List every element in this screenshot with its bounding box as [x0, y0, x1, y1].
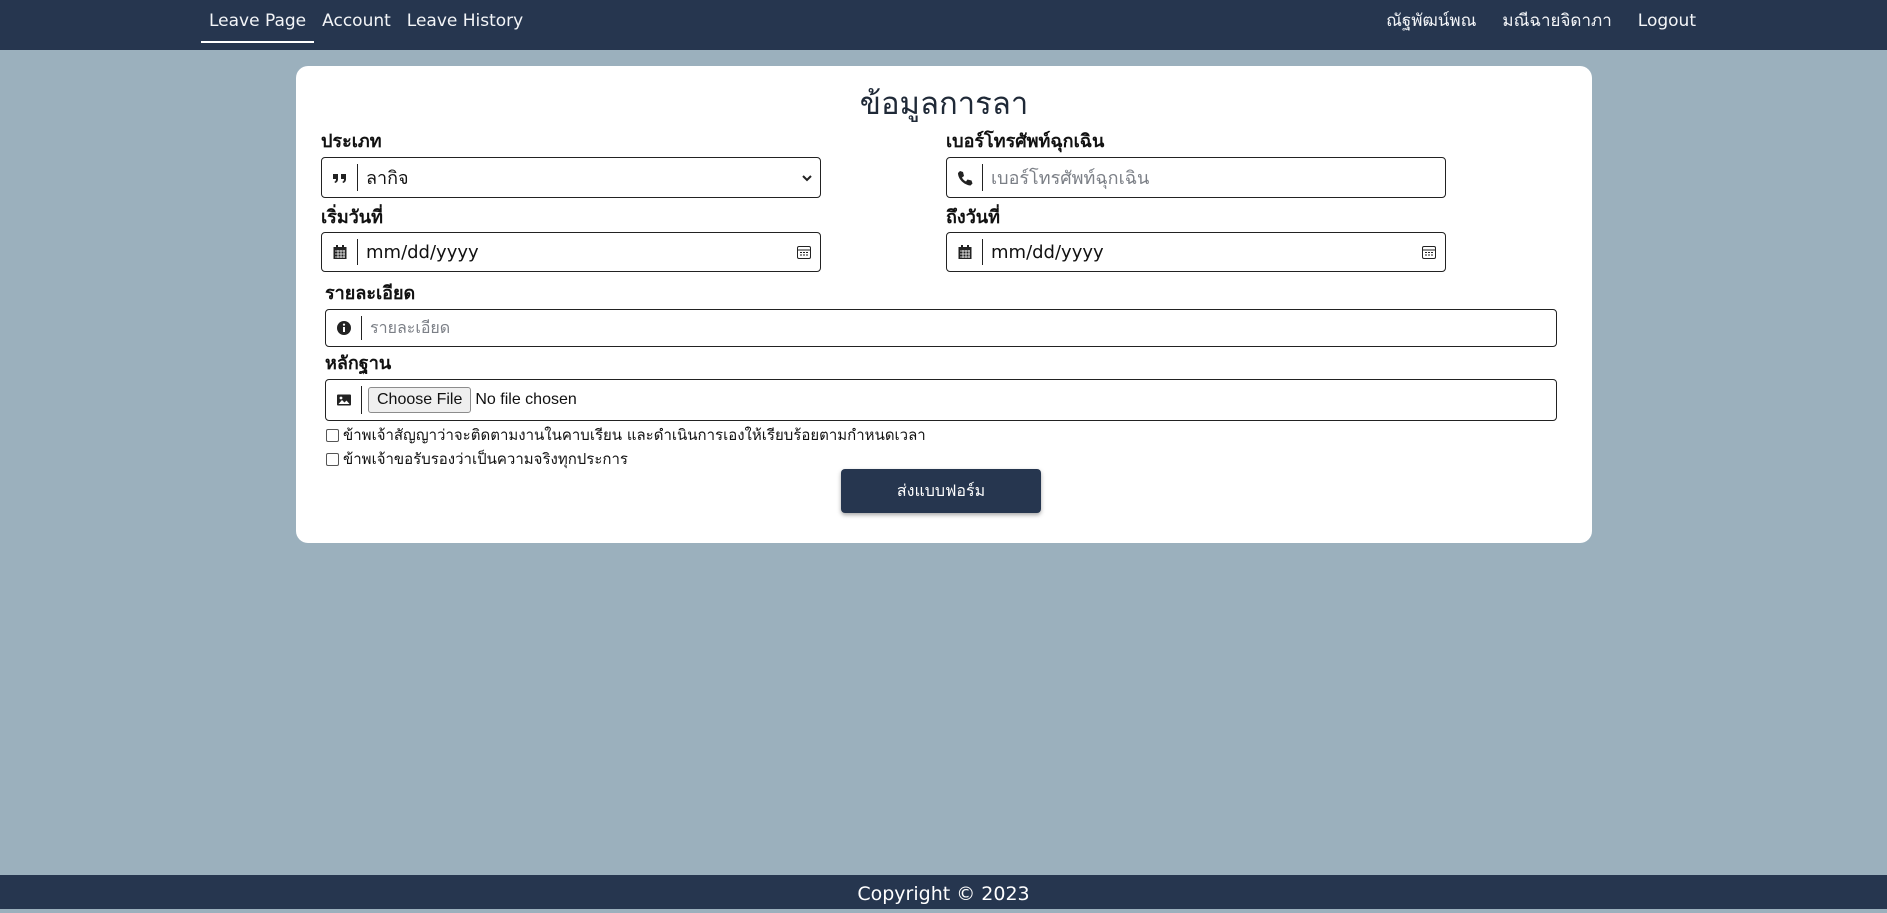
- copyright-text: Copyright © 2023: [857, 883, 1030, 905]
- agree-truth-text: ข้าพเจ้าขอรับรองว่าเป็นความจริงทุกประการ: [343, 450, 628, 468]
- chevron-down-icon: [802, 174, 812, 181]
- top-navbar: Leave Page Account Leave History ณัฐพัฒน…: [0, 0, 1887, 50]
- submit-button[interactable]: ส่งแบบฟอร์ม: [841, 469, 1041, 513]
- detail-label: รายละเอียด: [325, 283, 416, 304]
- date-picker-icon[interactable]: [1421, 244, 1437, 260]
- leave-form-card: ข้อมูลการลา ประเภท ลากิจ เบอร์โทรศัพท์ฉุ…: [296, 66, 1592, 543]
- image-icon: [326, 386, 362, 414]
- agree-followup-row[interactable]: ข้าพเจ้าสัญญาว่าจะติดตามงานในคาบเรียน แล…: [326, 423, 926, 447]
- calendar-icon: [322, 239, 358, 265]
- footer: Copyright © 2023: [0, 875, 1887, 909]
- type-label: ประเภท: [321, 131, 382, 152]
- leave-type-select[interactable]: ลากิจ: [321, 157, 821, 198]
- start-date-value: mm/dd/yyyy: [366, 241, 479, 263]
- start-date-input[interactable]: mm/dd/yyyy: [321, 232, 821, 272]
- end-date-label: ถึงวันที่: [946, 207, 1000, 228]
- end-date-value: mm/dd/yyyy: [991, 241, 1104, 263]
- calendar-icon: [947, 239, 983, 265]
- nav-leave-page[interactable]: Leave Page: [201, 0, 315, 43]
- leave-type-value: ลากิจ: [366, 168, 409, 189]
- agree-truth-checkbox[interactable]: [326, 452, 339, 466]
- quote-icon: [322, 164, 358, 191]
- form-title: ข้อมูลการลา: [859, 86, 1029, 122]
- nav-left-group: Leave Page Account Leave History: [201, 0, 531, 50]
- user-first-name: ณัฐพัฒน์พณ: [1386, 11, 1477, 31]
- phone-label: เบอร์โทรศัพท์ฉุกเฉิน: [946, 131, 1105, 152]
- nav-right-group: ณัฐพัฒน์พณ มณีฉายจิดาภา Logout: [1373, 0, 1709, 50]
- agree-truth-row[interactable]: ข้าพเจ้าขอรับรองว่าเป็นความจริงทุกประการ: [326, 447, 628, 471]
- emergency-phone-placeholder: เบอร์โทรศัพท์ฉุกเฉิน: [991, 168, 1150, 189]
- logout-link[interactable]: Logout: [1625, 0, 1709, 50]
- nav-leave-history[interactable]: Leave History: [399, 0, 531, 42]
- user-last-name: มณีฉายจิดาภา: [1502, 11, 1612, 31]
- start-date-label: เริ่มวันที่: [321, 207, 383, 228]
- agree-followup-text: ข้าพเจ้าสัญญาว่าจะติดตามงานในคาบเรียน แล…: [343, 426, 926, 444]
- no-file-text: No file chosen: [475, 391, 577, 408]
- emergency-phone-input[interactable]: เบอร์โทรศัพท์ฉุกเฉิน: [946, 157, 1446, 198]
- evidence-label: หลักฐาน: [325, 353, 392, 374]
- phone-icon: [947, 164, 983, 191]
- info-icon: [326, 316, 362, 340]
- end-date-input[interactable]: mm/dd/yyyy: [946, 232, 1446, 272]
- date-picker-icon[interactable]: [796, 244, 812, 260]
- choose-file-button[interactable]: Choose File: [368, 387, 472, 413]
- detail-input[interactable]: รายละเอียด: [325, 309, 1557, 347]
- nav-account[interactable]: Account: [314, 0, 399, 42]
- agree-followup-checkbox[interactable]: [326, 428, 339, 442]
- detail-placeholder: รายละเอียด: [370, 317, 451, 337]
- evidence-file-input[interactable]: Choose File No file chosen: [325, 379, 1557, 421]
